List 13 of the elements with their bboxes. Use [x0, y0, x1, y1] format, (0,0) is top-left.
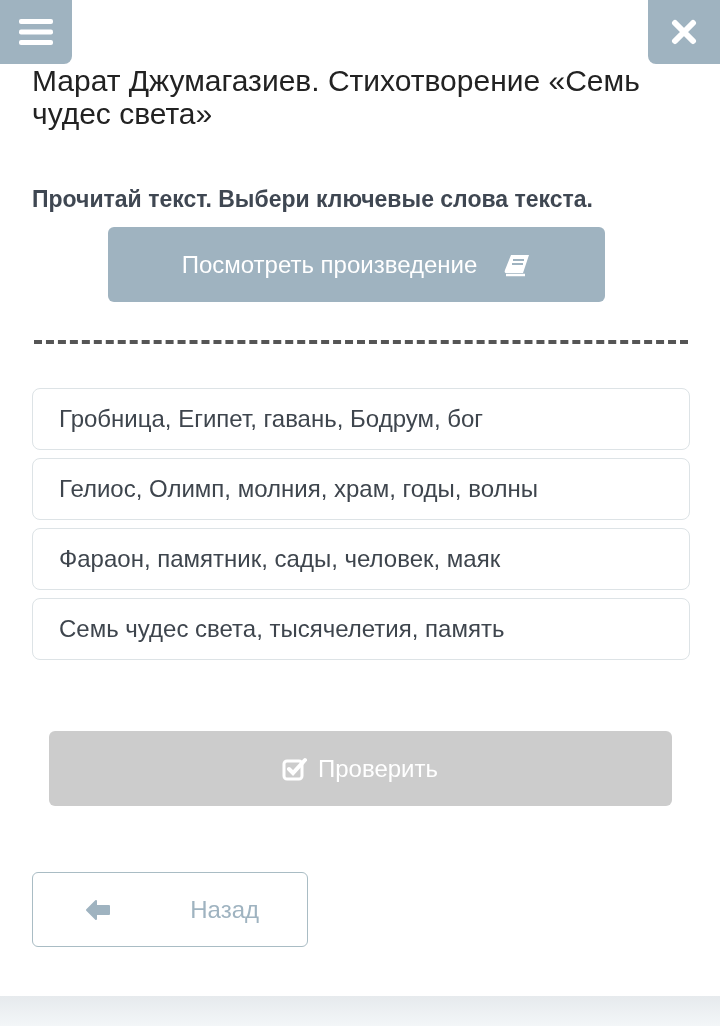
close-icon — [671, 19, 697, 45]
answer-option[interactable]: Семь чудес света, тысячелетия, память — [32, 598, 690, 660]
answer-option[interactable]: Фараон, памятник, сады, человек, маяк — [32, 528, 690, 590]
book-icon — [503, 252, 532, 277]
menu-button[interactable] — [0, 0, 72, 64]
menu-icon — [19, 18, 53, 46]
answer-option[interactable]: Гробница, Египет, гавань, Бодрум, бог — [32, 388, 690, 450]
instruction-text: Прочитай текст. Выбери ключевые слова текста. — [31, 186, 594, 213]
arrow-left-icon — [85, 898, 111, 921]
page-title: Марат Джумагазиев. Стихотворение «Семь чудес света» — [31, 64, 641, 130]
close-button[interactable] — [648, 0, 720, 64]
answer-option[interactable]: Гелиос, Олимп, молния, храм, годы, волны — [32, 458, 690, 520]
checkbox-icon — [282, 756, 308, 781]
